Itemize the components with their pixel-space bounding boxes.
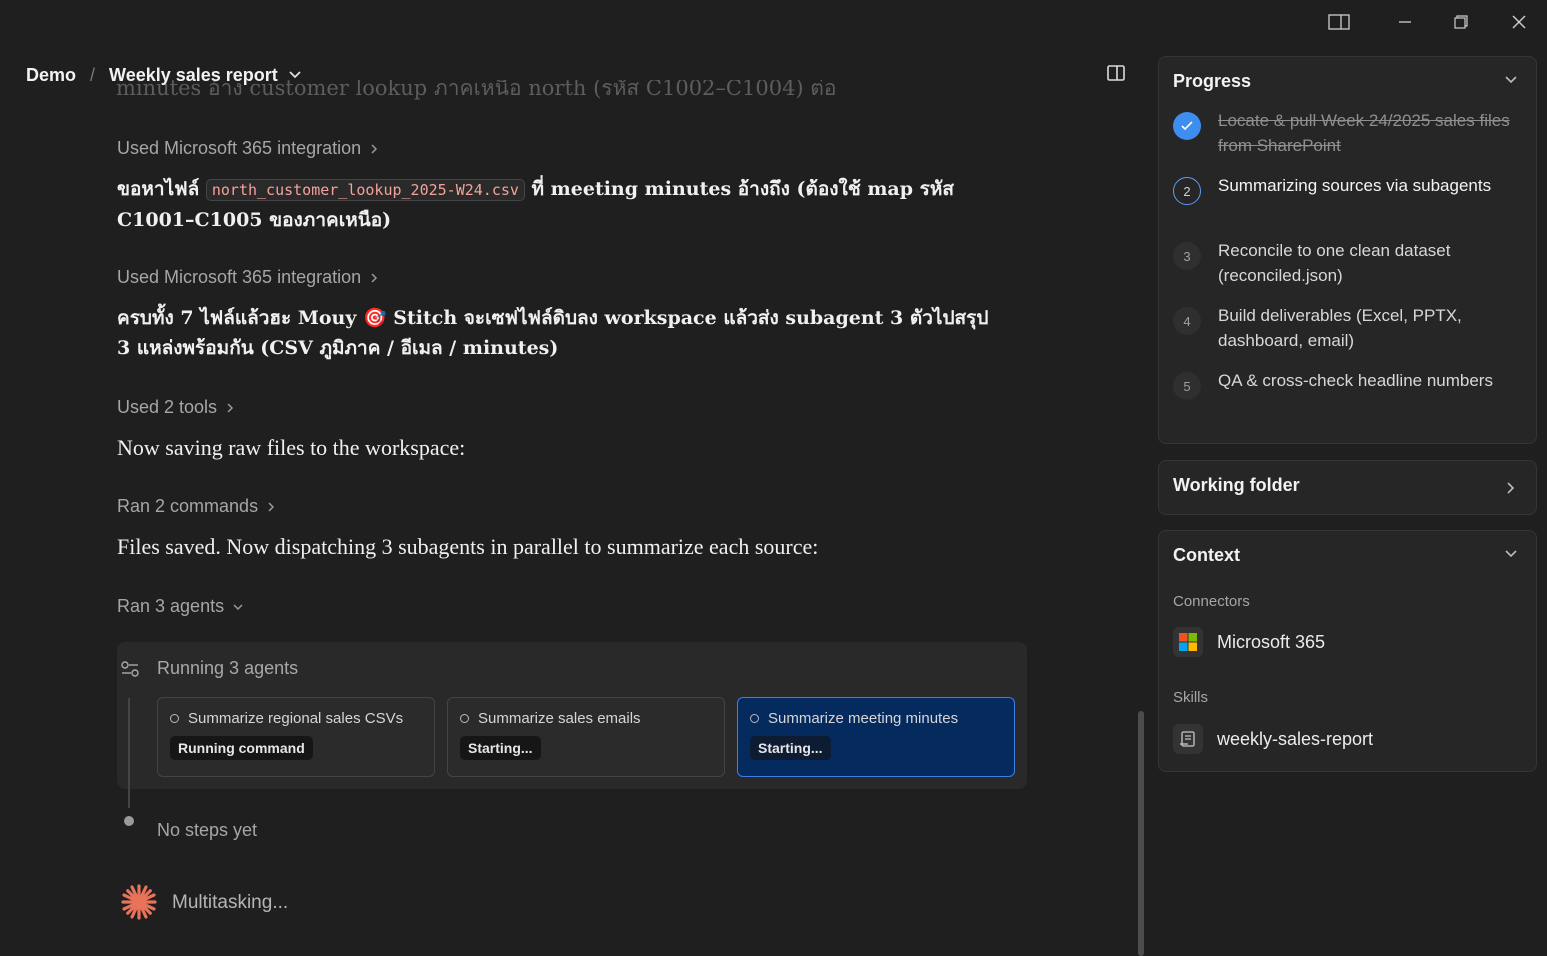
working-folder-panel[interactable]: Working folder [1158,460,1537,515]
context-title: Context [1173,545,1240,565]
breadcrumb-workspace[interactable]: Demo [26,65,76,86]
working-folder-title: Working folder [1173,475,1300,495]
assistant-message-4: Files saved. Now dispatching 3 subagents… [117,534,819,559]
agent-card-regional-sales[interactable]: Summarize regional sales CSVs Running co… [157,697,435,777]
restore-icon [1454,15,1468,29]
step-label: Summarizing sources via subagents [1218,176,1492,195]
no-steps-text: No steps yet [157,820,258,840]
agents-icon [121,661,139,677]
step-label: Build deliverables (Excel, PPTX, dashboa… [1218,306,1462,350]
status-badge: Starting... [460,736,541,760]
spinner-icon [121,884,157,920]
agents-panel: Running 3 agents Summarize regional sale… [117,642,1027,789]
step-number: 2 [1173,177,1201,205]
status-text: Multitasking... [172,892,289,913]
step-label: QA & cross-check headline numbers [1218,371,1493,390]
step-number: 3 [1173,242,1201,270]
connectors-label: Connectors [1173,593,1250,610]
chevron-down-icon[interactable] [288,70,302,80]
context-panel: Context Connectors Microsoft 365 Skills … [1158,530,1537,772]
agent-title: Summarize meeting minutes [768,710,959,727]
step-label: Locate & pull Week 24/2025 sales files f… [1218,111,1510,155]
chevron-right-icon [371,143,378,154]
message-text: ขอหาไฟล์ [117,178,206,200]
scroll-icon [1173,724,1203,754]
assistant-message-3: Now saving raw files to the workspace: [117,435,466,460]
agent-title: Summarize sales emails [478,710,641,727]
close-icon [1512,15,1526,29]
timeline-dot [124,816,134,826]
tool-call-microsoft365-1[interactable]: Used Microsoft 365 integration [117,138,379,159]
tool-call-2-commands[interactable]: Ran 2 commands [117,496,276,517]
chevron-down-icon[interactable] [1504,549,1518,559]
connector-label: Microsoft 365 [1217,631,1326,652]
restore-button[interactable] [1447,8,1475,36]
page-title[interactable]: Weekly sales report [109,65,278,86]
skill-weekly-sales-report[interactable]: weekly-sales-report [1173,724,1373,754]
agent-title: Summarize regional sales CSVs [188,710,404,727]
agents-header: Running 3 agents [157,658,299,678]
status-badge: Starting... [750,736,831,760]
panel-icon [1107,65,1125,81]
status-ring-icon [170,714,179,723]
tool-call-label: Ran 2 commands [117,496,259,516]
progress-panel: Progress Locate & pull Week 24/2025 sale… [1158,56,1537,444]
breadcrumb: Demo / Weekly sales report [26,62,302,88]
toggle-panel-button[interactable] [1106,64,1126,87]
tool-call-2-tools[interactable]: Used 2 tools [117,397,235,418]
close-button[interactable] [1505,8,1533,36]
agent-card-meeting-minutes[interactable]: Summarize meeting minutes Starting... [737,697,1015,777]
minimize-button[interactable] [1391,8,1419,36]
skill-label: weekly-sales-report [1217,728,1374,749]
step-number: 4 [1173,307,1201,335]
timeline-line [128,698,130,808]
step-label: Reconcile to one clean dataset (reconcil… [1218,241,1451,285]
status-ring-icon [750,714,759,723]
chevron-down-icon[interactable] [1504,75,1518,85]
microsoft-logo-icon [1173,627,1203,657]
status-badge: Running command [170,736,313,760]
tool-call-3-agents[interactable]: Ran 3 agents [117,596,244,617]
tool-call-label: Ran 3 agents [117,596,225,616]
agent-card-sales-emails[interactable]: Summarize sales emails Starting... [447,697,725,777]
chevron-right-icon [371,272,378,283]
chevron-right-icon [268,501,275,512]
chat-scrollbar[interactable] [1138,711,1144,956]
progress-title: Progress [1173,71,1252,91]
minimize-icon [1399,21,1411,23]
status-ring-icon [460,714,469,723]
chevron-right-icon [1507,482,1515,494]
skills-label: Skills [1173,689,1209,706]
tool-call-microsoft365-2[interactable]: Used Microsoft 365 integration [117,267,379,288]
breadcrumb-separator: / [90,64,96,85]
connector-microsoft365[interactable]: Microsoft 365 [1173,627,1325,657]
chevron-right-icon [227,402,234,413]
assistant-message-2: ครบทั้ง 7 ไฟล์แล้วฮะ Mouy 🎯 Stitch จะเซฟ… [117,307,989,359]
tool-call-label: Used Microsoft 365 integration [117,267,362,287]
inline-code-filename: north_customer_lookup_2025-W24.csv [205,179,525,201]
sidebar-icon [1328,14,1350,30]
tool-call-label: Used 2 tools [117,397,218,417]
chevron-down-icon [233,603,243,610]
check-icon [1173,112,1201,140]
toggle-sidebar-window-button[interactable] [1325,8,1353,36]
tool-call-label: Used Microsoft 365 integration [117,138,362,158]
step-number: 5 [1173,372,1201,400]
assistant-message-1: ขอหาไฟล์ north_customer_lookup_2025-W24.… [117,174,997,235]
